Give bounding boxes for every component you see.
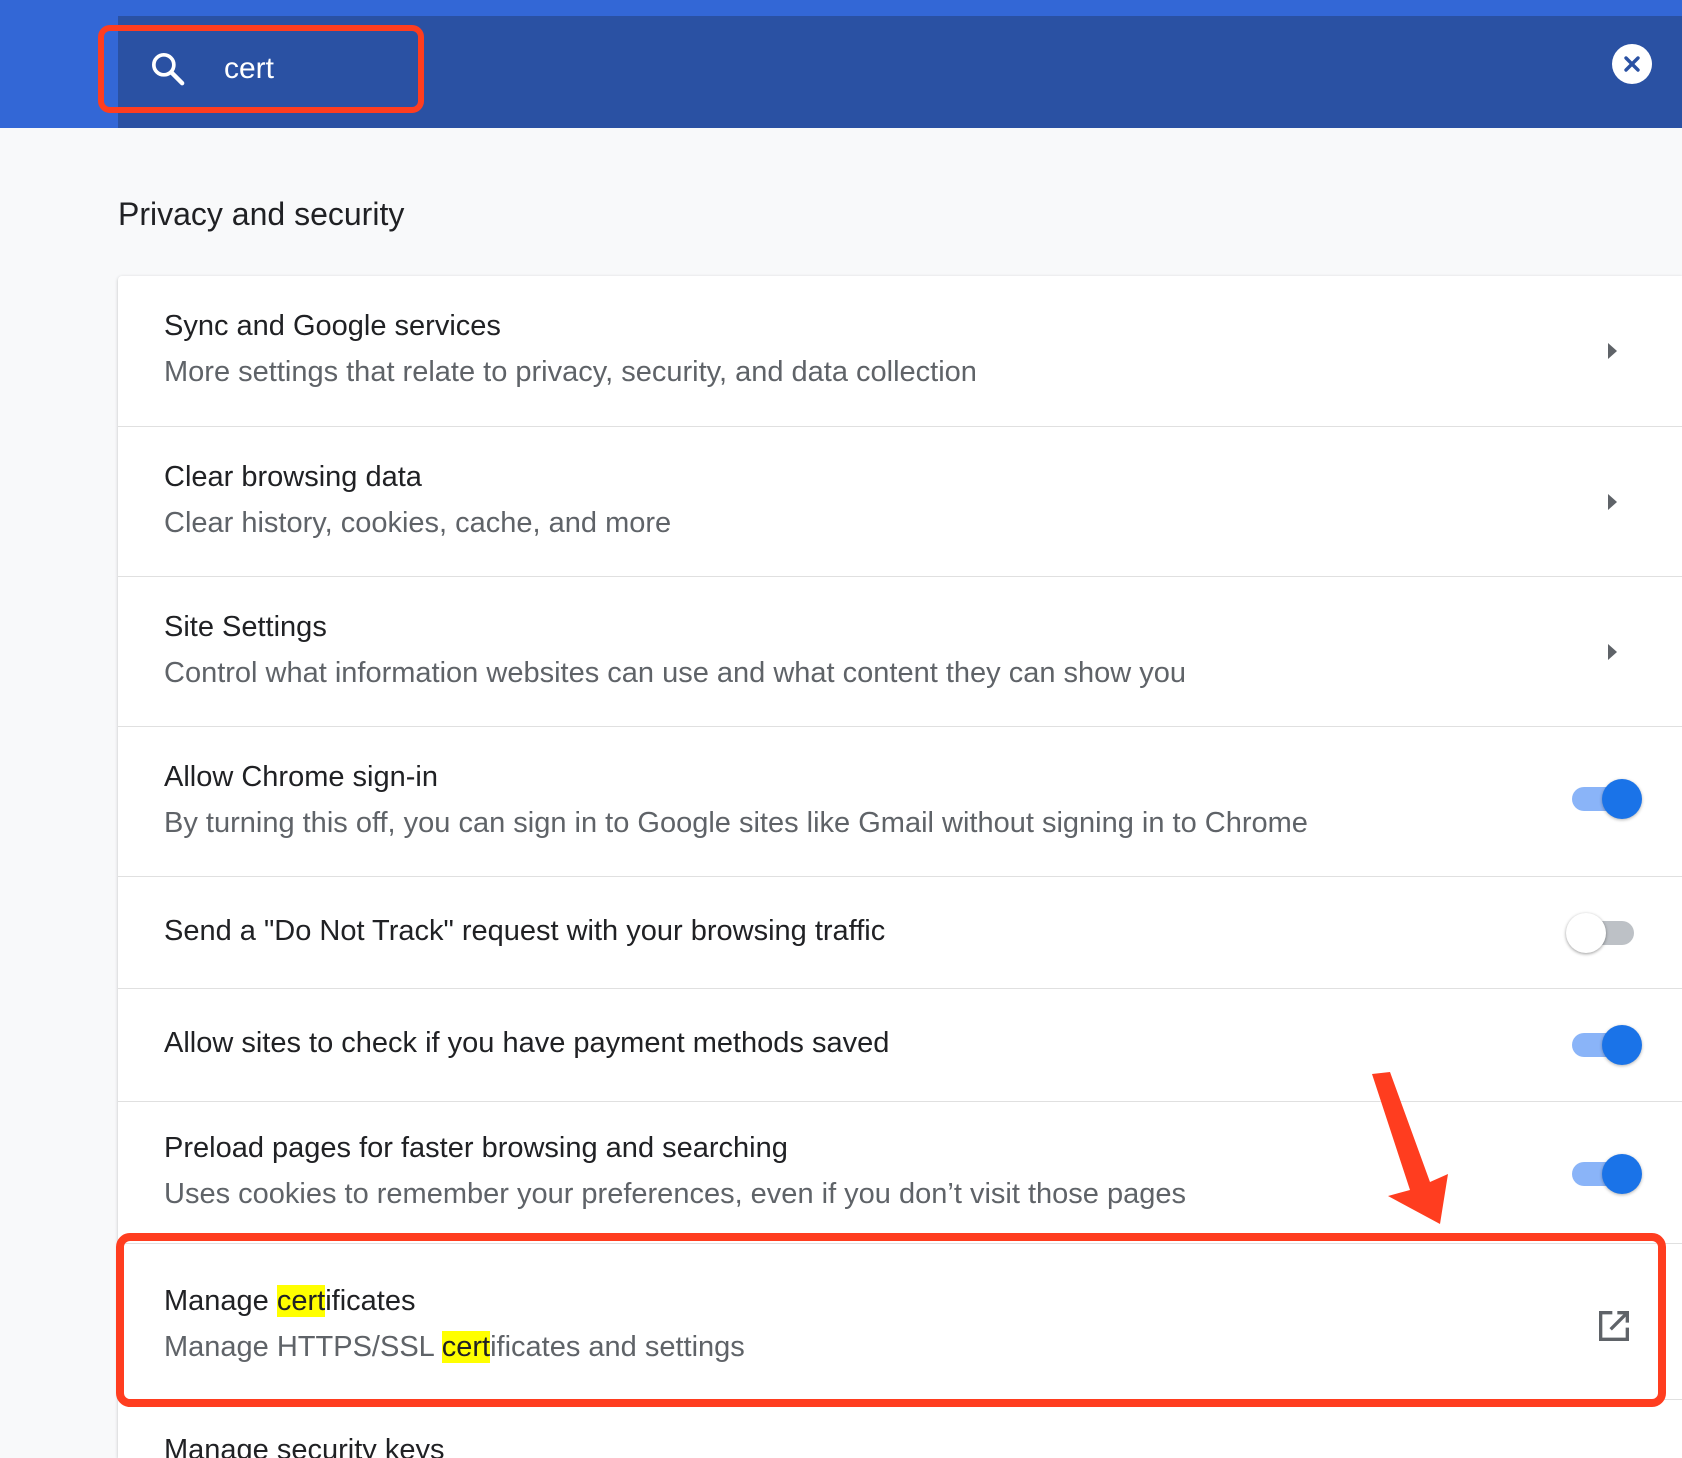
chevron-right-icon (1608, 343, 1617, 359)
row-manage-security-keys[interactable]: Manage security keys (118, 1399, 1682, 1458)
row-sync-google-services[interactable]: Sync and Google services More settings t… (118, 276, 1682, 426)
toggle-switch[interactable] (1566, 911, 1642, 955)
row-title: Clear browsing data (164, 461, 422, 493)
row-title: Allow sites to check if you have payment… (164, 1027, 890, 1059)
close-icon (1624, 56, 1640, 72)
row-subtitle: Control what information websites can us… (164, 657, 1187, 689)
manage-certificates-annotation-box (116, 1233, 1666, 1407)
row-subtitle: More settings that relate to privacy, se… (164, 356, 977, 388)
row-title: Manage security keys (164, 1434, 445, 1458)
row-do-not-track: Send a "Do Not Track" request with your … (118, 876, 1682, 988)
row-subtitle: Uses cookies to remember your preference… (164, 1178, 1186, 1210)
row-allow-chrome-sign-in: Allow Chrome sign-in By turning this off… (118, 726, 1682, 876)
chevron-right-icon (1608, 494, 1617, 510)
row-clear-browsing-data[interactable]: Clear browsing data Clear history, cooki… (118, 426, 1682, 576)
search-annotation-box (98, 25, 424, 113)
row-title: Allow Chrome sign-in (164, 761, 438, 793)
row-subtitle: By turning this off, you can sign in to … (164, 807, 1308, 839)
toggle-knob (1566, 913, 1606, 953)
toggle-switch[interactable] (1566, 1152, 1642, 1196)
row-subtitle: Clear history, cookies, cache, and more (164, 507, 672, 539)
toggle-switch[interactable] (1566, 1023, 1642, 1067)
toggle-knob (1602, 1025, 1642, 1065)
row-site-settings[interactable]: Site Settings Control what information w… (118, 576, 1682, 726)
row-title: Site Settings (164, 611, 327, 643)
toggle-knob (1602, 1154, 1642, 1194)
row-title: Sync and Google services (164, 310, 501, 342)
row-title: Preload pages for faster browsing and se… (164, 1132, 788, 1164)
toggle-knob (1602, 779, 1642, 819)
section-title: Privacy and security (118, 196, 405, 232)
toggle-switch[interactable] (1566, 777, 1642, 821)
row-title: Send a "Do Not Track" request with your … (164, 915, 886, 947)
clear-search-button[interactable] (1612, 44, 1652, 84)
annotation-arrow-icon (1372, 1072, 1448, 1224)
chevron-right-icon (1608, 644, 1617, 660)
